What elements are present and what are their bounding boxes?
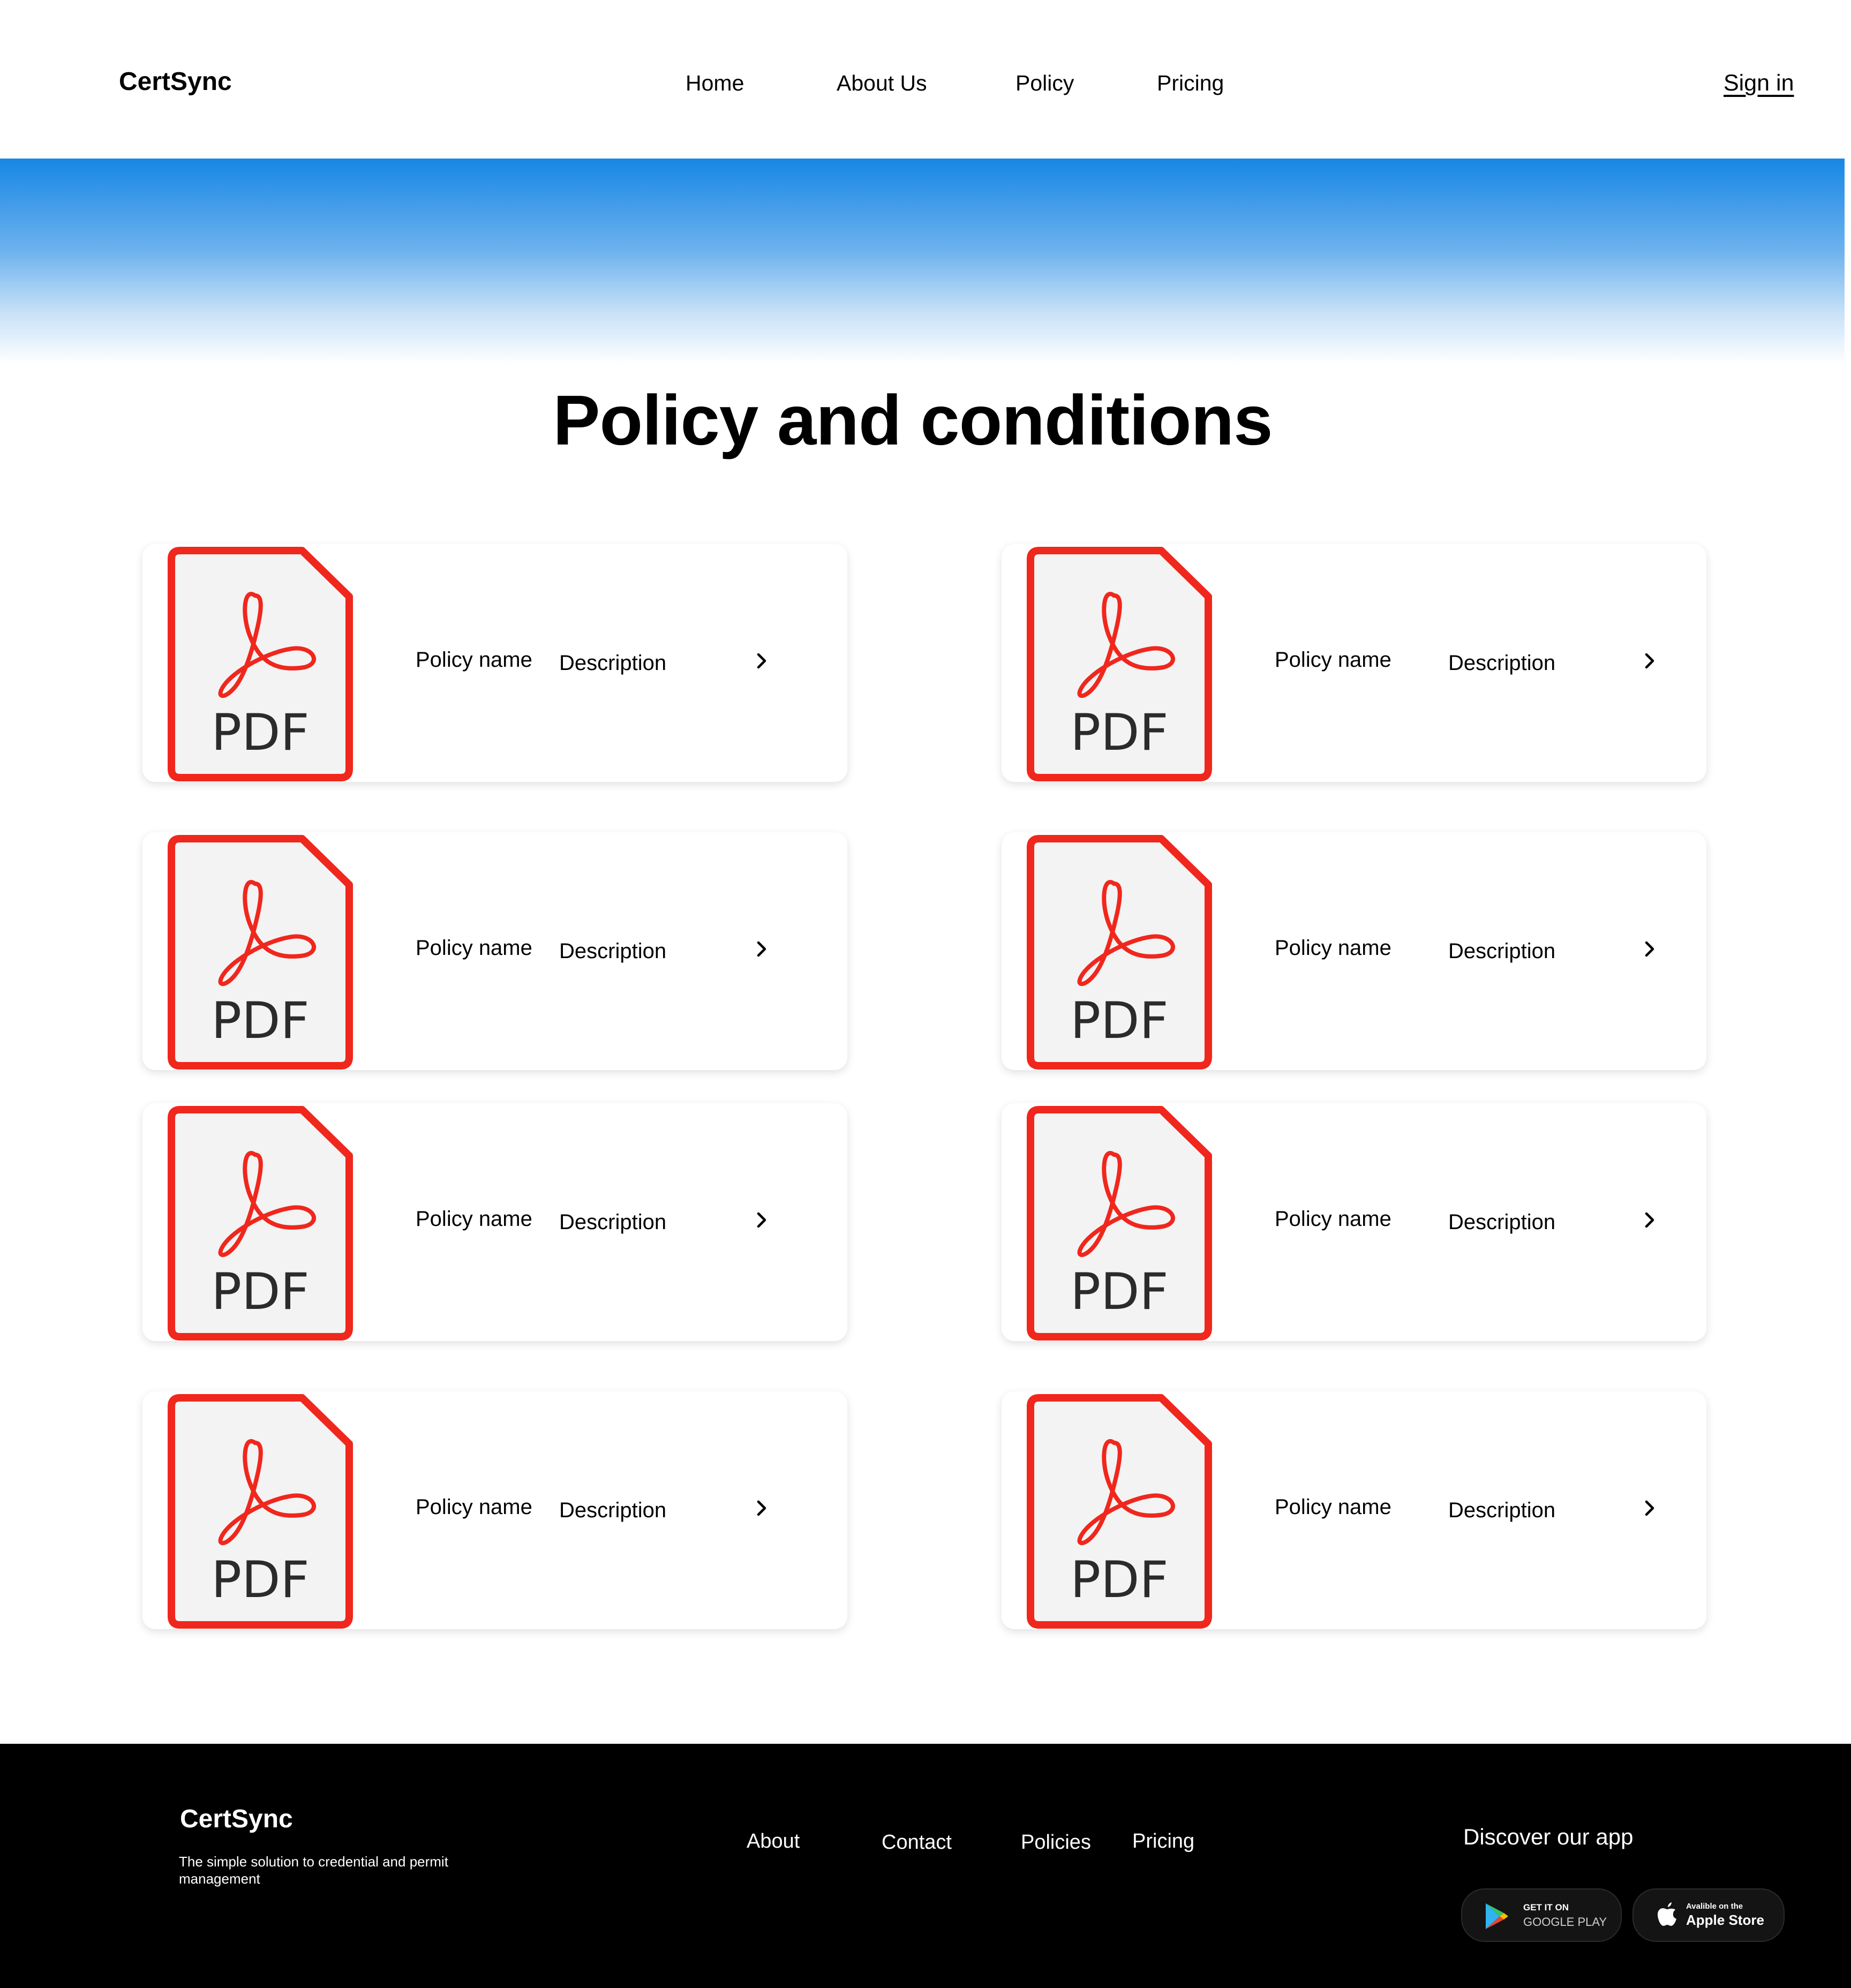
- policy-card[interactable]: Policy name Description: [142, 544, 847, 782]
- policy-card[interactable]: Policy name Description: [1002, 1391, 1706, 1629]
- apple-store-button[interactable]: Avalible on the Apple Store: [1632, 1888, 1785, 1942]
- footer-link-pricing[interactable]: Pricing: [1132, 1826, 1194, 1856]
- policy-name: Policy name: [1275, 1495, 1391, 1519]
- footer-link-contact[interactable]: Contact: [882, 1827, 952, 1857]
- policy-name: Policy name: [416, 936, 532, 960]
- policy-name: Policy name: [1275, 648, 1391, 672]
- apple-icon: [1658, 1902, 1676, 1926]
- footer-tagline: The simple solution to credential and pe…: [179, 1854, 448, 1887]
- chevron-right-icon[interactable]: [1639, 1497, 1660, 1519]
- pdf-file-icon: [1023, 544, 1218, 783]
- chevron-right-icon[interactable]: [751, 1209, 772, 1231]
- footer-logo[interactable]: CertSync: [180, 1801, 293, 1838]
- chevron-right-icon[interactable]: [751, 650, 772, 672]
- page-title: Policy and conditions: [553, 381, 1273, 460]
- policy-description: Description: [559, 651, 667, 675]
- policy-card[interactable]: Policy name Description: [1002, 544, 1706, 782]
- chevron-right-icon[interactable]: [1639, 650, 1660, 672]
- google-play-big-text: GOOGLE PLAY: [1523, 1915, 1607, 1929]
- nav-pricing[interactable]: Pricing: [1157, 64, 1224, 102]
- nav-about-us[interactable]: About Us: [837, 64, 927, 102]
- pdf-file-icon: [164, 1103, 359, 1342]
- pdf-file-icon: [1023, 1391, 1218, 1630]
- policy-description: Description: [559, 939, 667, 963]
- discover-app-heading: Discover our app: [1463, 1824, 1634, 1849]
- nav-home[interactable]: Home: [686, 64, 744, 102]
- apple-store-big-text: Apple Store: [1686, 1912, 1764, 1928]
- policy-card[interactable]: Policy name Description: [1002, 1103, 1706, 1341]
- policy-card[interactable]: Policy name Description: [142, 832, 847, 1070]
- footer-link-about[interactable]: About: [747, 1826, 800, 1856]
- hero-banner: [0, 159, 1845, 364]
- pdf-file-icon: [1023, 1103, 1218, 1342]
- google-play-button[interactable]: GET IT ON GOOGLE PLAY: [1461, 1888, 1622, 1942]
- policy-description: Description: [1448, 1498, 1556, 1522]
- policy-name: Policy name: [1275, 1207, 1391, 1231]
- chevron-right-icon[interactable]: [751, 1497, 772, 1519]
- policy-name: Policy name: [416, 1495, 532, 1519]
- nav-policy[interactable]: Policy: [1015, 64, 1074, 102]
- google-play-icon: [1486, 1903, 1508, 1929]
- google-play-small-text: GET IT ON: [1523, 1902, 1569, 1912]
- policy-card[interactable]: Policy name Description: [1002, 832, 1706, 1070]
- policy-card[interactable]: Policy name Description: [142, 1103, 847, 1341]
- policy-description: Description: [559, 1210, 667, 1234]
- apple-store-small-text: Avalible on the: [1686, 1902, 1743, 1911]
- chevron-right-icon[interactable]: [1639, 938, 1660, 960]
- policy-description: Description: [1448, 1210, 1556, 1234]
- footer-link-policies[interactable]: Policies: [1021, 1827, 1091, 1857]
- pdf-file-icon: [164, 1391, 359, 1630]
- chevron-right-icon[interactable]: [751, 938, 772, 960]
- policy-card[interactable]: Policy name Description: [142, 1391, 847, 1629]
- policy-description: Description: [1448, 939, 1556, 963]
- pdf-file-icon: [164, 832, 359, 1071]
- pdf-file-icon: [164, 544, 359, 783]
- policy-name: Policy name: [416, 1207, 532, 1231]
- policy-description: Description: [1448, 651, 1556, 675]
- policy-name: Policy name: [1275, 936, 1391, 960]
- pdf-file-icon: [1023, 832, 1218, 1071]
- policy-name: Policy name: [416, 648, 532, 672]
- policy-description: Description: [559, 1498, 667, 1522]
- site-logo[interactable]: CertSync: [119, 63, 232, 101]
- site-footer: CertSync The simple solution to credenti…: [0, 1744, 1851, 1988]
- chevron-right-icon[interactable]: [1639, 1209, 1660, 1231]
- sign-in-link[interactable]: Sign in: [1724, 64, 1794, 102]
